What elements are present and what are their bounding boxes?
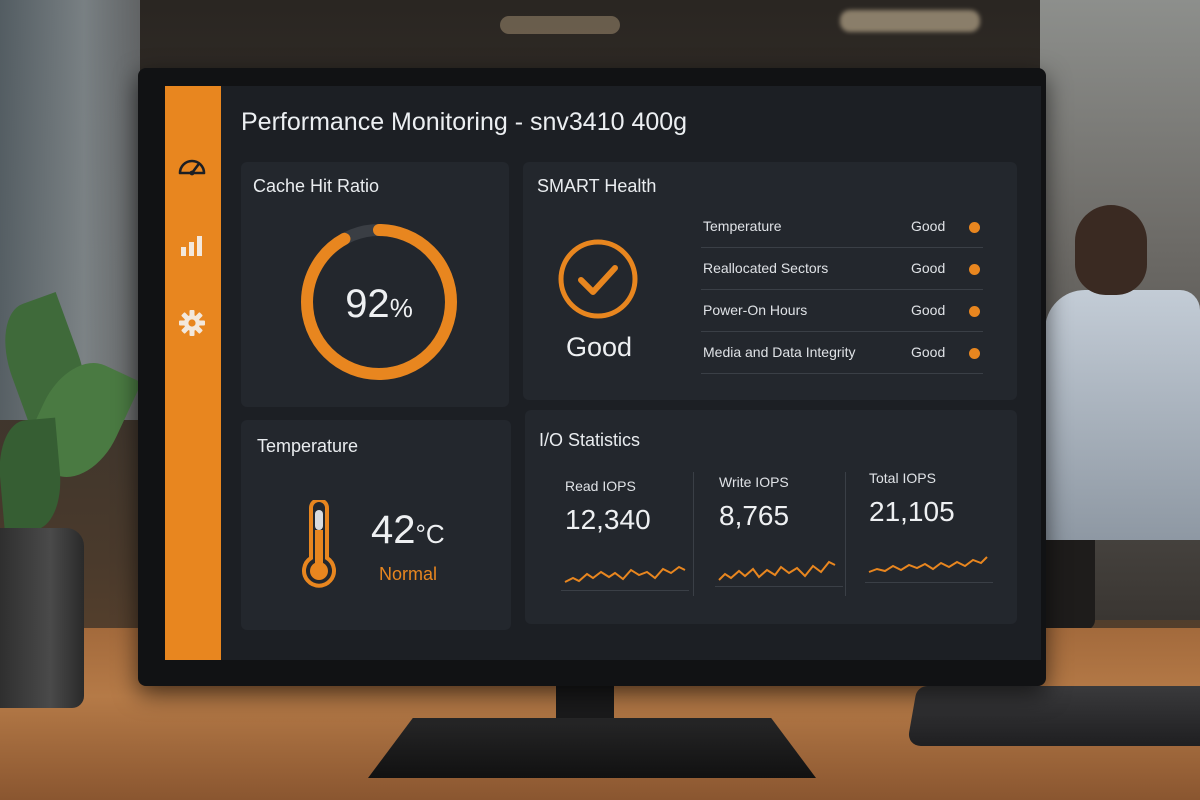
smart-overall-status: Good bbox=[565, 332, 633, 362]
card-title: SMART Health bbox=[537, 176, 657, 196]
check-circle-icon bbox=[558, 239, 638, 319]
monitor-stand-base bbox=[368, 718, 816, 778]
smart-row-media-integrity: Media and Data Integrity Good bbox=[701, 332, 983, 374]
cache-ratio-value: 92 bbox=[345, 282, 390, 326]
temperature-card: Temperature 42°C Normal bbox=[241, 420, 511, 630]
smart-row-label: Temperature bbox=[703, 218, 782, 234]
temperature-readout: 42°C bbox=[371, 508, 445, 553]
cache-ratio-unit: % bbox=[389, 293, 413, 323]
monitor-screen: Performance Monitoring - snv3410 400g Ca… bbox=[165, 86, 1041, 660]
laptop bbox=[906, 686, 1200, 746]
io-stat-label: Write IOPS bbox=[719, 474, 789, 490]
smart-row-status: Good bbox=[911, 218, 946, 234]
io-stat-value: 8,765 bbox=[719, 500, 790, 531]
smart-row-status: Good bbox=[911, 302, 946, 318]
io-stat-write: Write IOPS 8,765 bbox=[715, 474, 859, 604]
cache-ratio-readout: 92% bbox=[289, 282, 469, 327]
background-person-head bbox=[1075, 205, 1147, 295]
io-stat-total: Total IOPS 21,105 bbox=[865, 470, 1009, 600]
bar-chart-icon[interactable] bbox=[177, 230, 207, 260]
cache-hit-ratio-card: Cache Hit Ratio 92% bbox=[241, 162, 509, 407]
sparkline-baseline bbox=[865, 582, 993, 583]
sparkline-baseline bbox=[561, 590, 689, 591]
read-iops-sparkline bbox=[564, 565, 686, 583]
page-title: Performance Monitoring - snv3410 400g bbox=[241, 108, 688, 136]
io-stat-label: Total IOPS bbox=[869, 470, 936, 486]
ceiling-light bbox=[500, 16, 620, 34]
smart-row-status: Good bbox=[911, 344, 946, 360]
card-title: Temperature bbox=[257, 436, 359, 456]
io-stat-value: 12,340 bbox=[565, 504, 651, 535]
temperature-unit: °C bbox=[415, 519, 445, 549]
status-dot bbox=[969, 222, 980, 233]
status-dot bbox=[969, 264, 980, 275]
speedometer-icon[interactable] bbox=[177, 152, 207, 182]
smart-row-status: Good bbox=[911, 260, 946, 276]
total-iops-sparkline bbox=[868, 556, 988, 573]
gear-icon[interactable] bbox=[177, 308, 207, 338]
temperature-value: 42 bbox=[371, 508, 416, 552]
sparkline-baseline bbox=[715, 586, 843, 587]
thermometer-icon bbox=[302, 500, 336, 588]
status-dot bbox=[969, 306, 980, 317]
smart-row-temperature: Temperature Good bbox=[701, 206, 983, 248]
io-statistics-card: I/O Statistics Read IOPS 12,340 Write IO… bbox=[525, 410, 1017, 624]
smart-row-label: Power-On Hours bbox=[703, 302, 808, 318]
status-dot bbox=[969, 348, 980, 359]
card-title: I/O Statistics bbox=[539, 430, 641, 450]
temperature-status: Normal bbox=[379, 564, 438, 584]
smart-row-reallocated-sectors: Reallocated Sectors Good bbox=[701, 248, 983, 290]
write-iops-sparkline bbox=[718, 560, 836, 581]
column-divider bbox=[845, 472, 846, 596]
ceiling-light bbox=[840, 10, 980, 32]
plant-pot bbox=[0, 528, 84, 708]
smart-row-label: Media and Data Integrity bbox=[703, 344, 856, 360]
io-stat-value: 21,105 bbox=[869, 496, 955, 527]
io-stat-read: Read IOPS 12,340 bbox=[561, 478, 705, 608]
sidebar bbox=[165, 86, 221, 660]
plant-leaf bbox=[0, 417, 65, 533]
column-divider bbox=[693, 472, 694, 596]
smart-health-card: SMART Health Good Temperature Good Reall… bbox=[523, 162, 1017, 400]
background-person bbox=[1045, 290, 1200, 540]
io-stat-label: Read IOPS bbox=[565, 478, 636, 494]
smart-row-label: Reallocated Sectors bbox=[703, 260, 829, 276]
smart-row-power-on-hours: Power-On Hours Good bbox=[701, 290, 983, 332]
card-title: Cache Hit Ratio bbox=[253, 176, 380, 196]
